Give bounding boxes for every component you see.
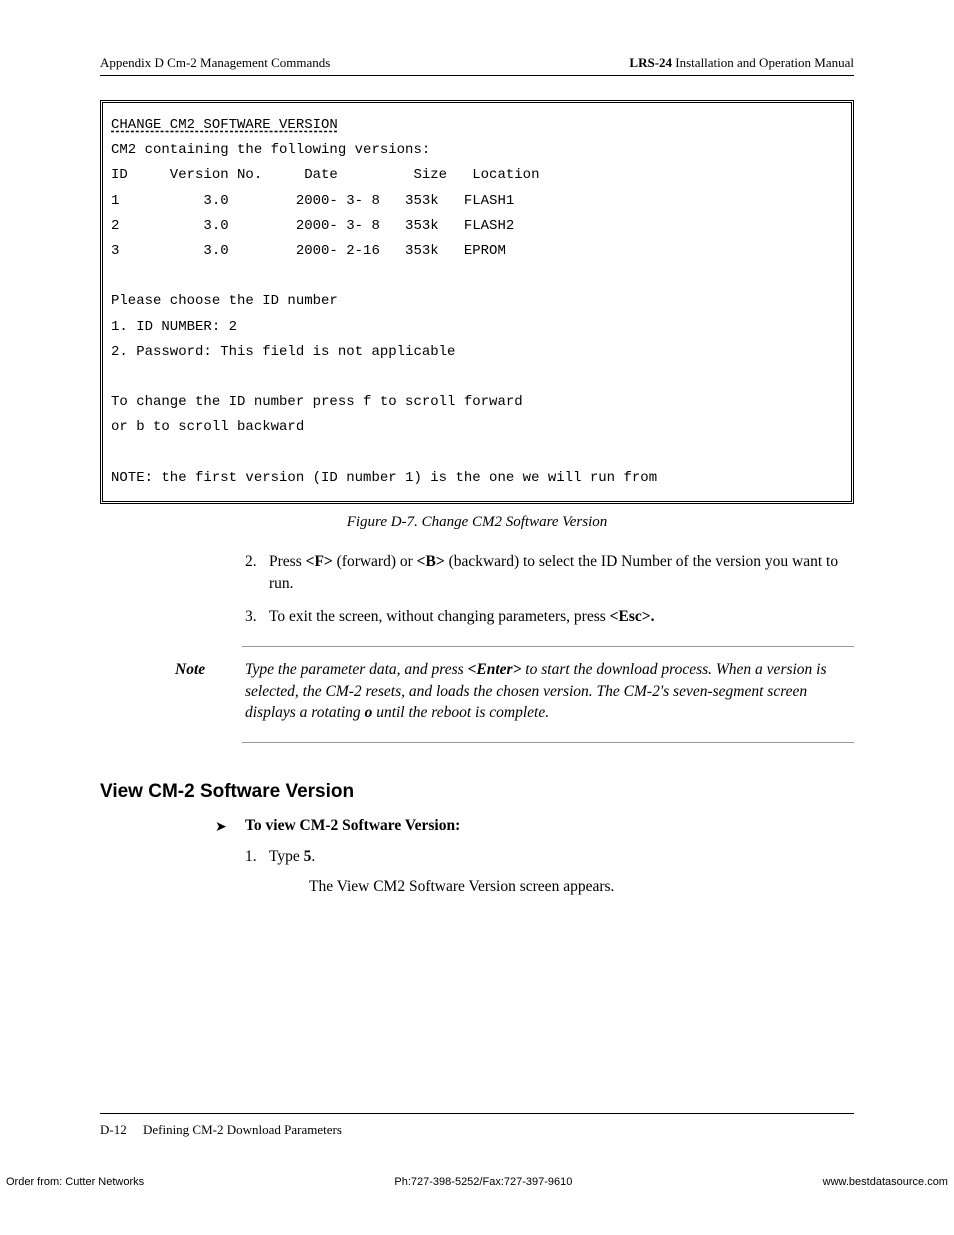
step-number: 1. xyxy=(245,846,269,897)
terminal-instr-2: or b to scroll backward xyxy=(111,419,304,435)
key-b: <B> xyxy=(417,553,445,570)
terminal-row-2: 2 3.0 2000- 3- 8 353k FLASH2 xyxy=(111,218,514,234)
order-left: Order from: Cutter Networks xyxy=(6,1176,144,1188)
page-footer: D-12 Defining CM-2 Download Parameters xyxy=(100,1113,854,1138)
terminal-row-3: 3 3.0 2000- 2-16 353k EPROM xyxy=(111,243,506,259)
list-number: 2. xyxy=(245,551,269,594)
order-center: Ph:727-398-5252/Fax:727-397-9610 xyxy=(394,1176,572,1188)
key-esc: <Esc>. xyxy=(610,608,655,625)
section-heading: View CM-2 Software Version xyxy=(100,781,854,803)
step-result: The View CM2 Software Version screen app… xyxy=(309,876,614,898)
terminal-prompt-3: 2. Password: This field is not applicabl… xyxy=(111,344,455,360)
terminal-instr-1: To change the ID number press f to scrol… xyxy=(111,394,523,410)
order-right: www.bestdatasource.com xyxy=(823,1176,948,1188)
terminal-screen-box: CHANGE CM2 SOFTWARE VERSION CM2 containi… xyxy=(100,100,854,504)
divider xyxy=(242,742,854,743)
key-f: <F> xyxy=(306,553,333,570)
list-number: 3. xyxy=(245,606,269,628)
numbered-list: 2. Press <F> (forward) or <B> (backward)… xyxy=(245,551,854,628)
terminal-note: NOTE: the first version (ID number 1) is… xyxy=(111,470,657,486)
header-right-rest: Installation and Operation Manual xyxy=(672,55,854,70)
action-line: ➤ To view CM-2 Software Version: xyxy=(215,817,854,836)
action-text: To view CM-2 Software Version: xyxy=(245,817,460,834)
header-right-bold: LRS-24 xyxy=(629,55,672,70)
document-page: Appendix D Cm-2 Management Commands LRS-… xyxy=(0,0,954,1200)
list-item-2: 2. Press <F> (forward) or <B> (backward)… xyxy=(245,551,854,594)
key-enter: <Enter> xyxy=(468,661,522,678)
terminal-columns: ID Version No. Date Size Location xyxy=(111,167,539,183)
list-text: Press <F> (forward) or <B> (backward) to… xyxy=(269,551,854,594)
footer-title: Defining CM-2 Download Parameters xyxy=(143,1122,342,1137)
note-label: Note xyxy=(175,659,245,724)
divider xyxy=(242,646,854,647)
header-right: LRS-24 Installation and Operation Manual xyxy=(629,55,854,71)
order-line: Order from: Cutter Networks Ph:727-398-5… xyxy=(0,1176,954,1188)
note-text: Type the parameter data, and press <Ente… xyxy=(245,659,854,724)
terminal-title: CHANGE CM2 SOFTWARE VERSION xyxy=(111,117,338,133)
page-number: D-12 xyxy=(100,1122,127,1137)
list-item-3: 3. To exit the screen, without changing … xyxy=(245,606,854,628)
step-list: 1. Type 5. The View CM2 Software Version… xyxy=(245,846,854,897)
step-text: Type 5. The View CM2 Software Version sc… xyxy=(269,846,614,897)
list-text: To exit the screen, without changing par… xyxy=(269,606,654,628)
page-header: Appendix D Cm-2 Management Commands LRS-… xyxy=(100,55,854,76)
terminal-prompt-1: Please choose the ID number xyxy=(111,293,338,309)
terminal-prompt-2: 1. ID NUMBER: 2 xyxy=(111,319,237,335)
note-block: Note Type the parameter data, and press … xyxy=(175,659,854,724)
terminal-row-1: 1 3.0 2000- 3- 8 353k FLASH1 xyxy=(111,193,514,209)
header-left: Appendix D Cm-2 Management Commands xyxy=(100,55,330,71)
arrow-icon: ➤ xyxy=(215,819,245,836)
figure-caption: Figure D-7. Change CM2 Software Version xyxy=(100,514,854,531)
step-item-1: 1. Type 5. The View CM2 Software Version… xyxy=(245,846,854,897)
terminal-subtitle: CM2 containing the following versions: xyxy=(111,142,430,158)
